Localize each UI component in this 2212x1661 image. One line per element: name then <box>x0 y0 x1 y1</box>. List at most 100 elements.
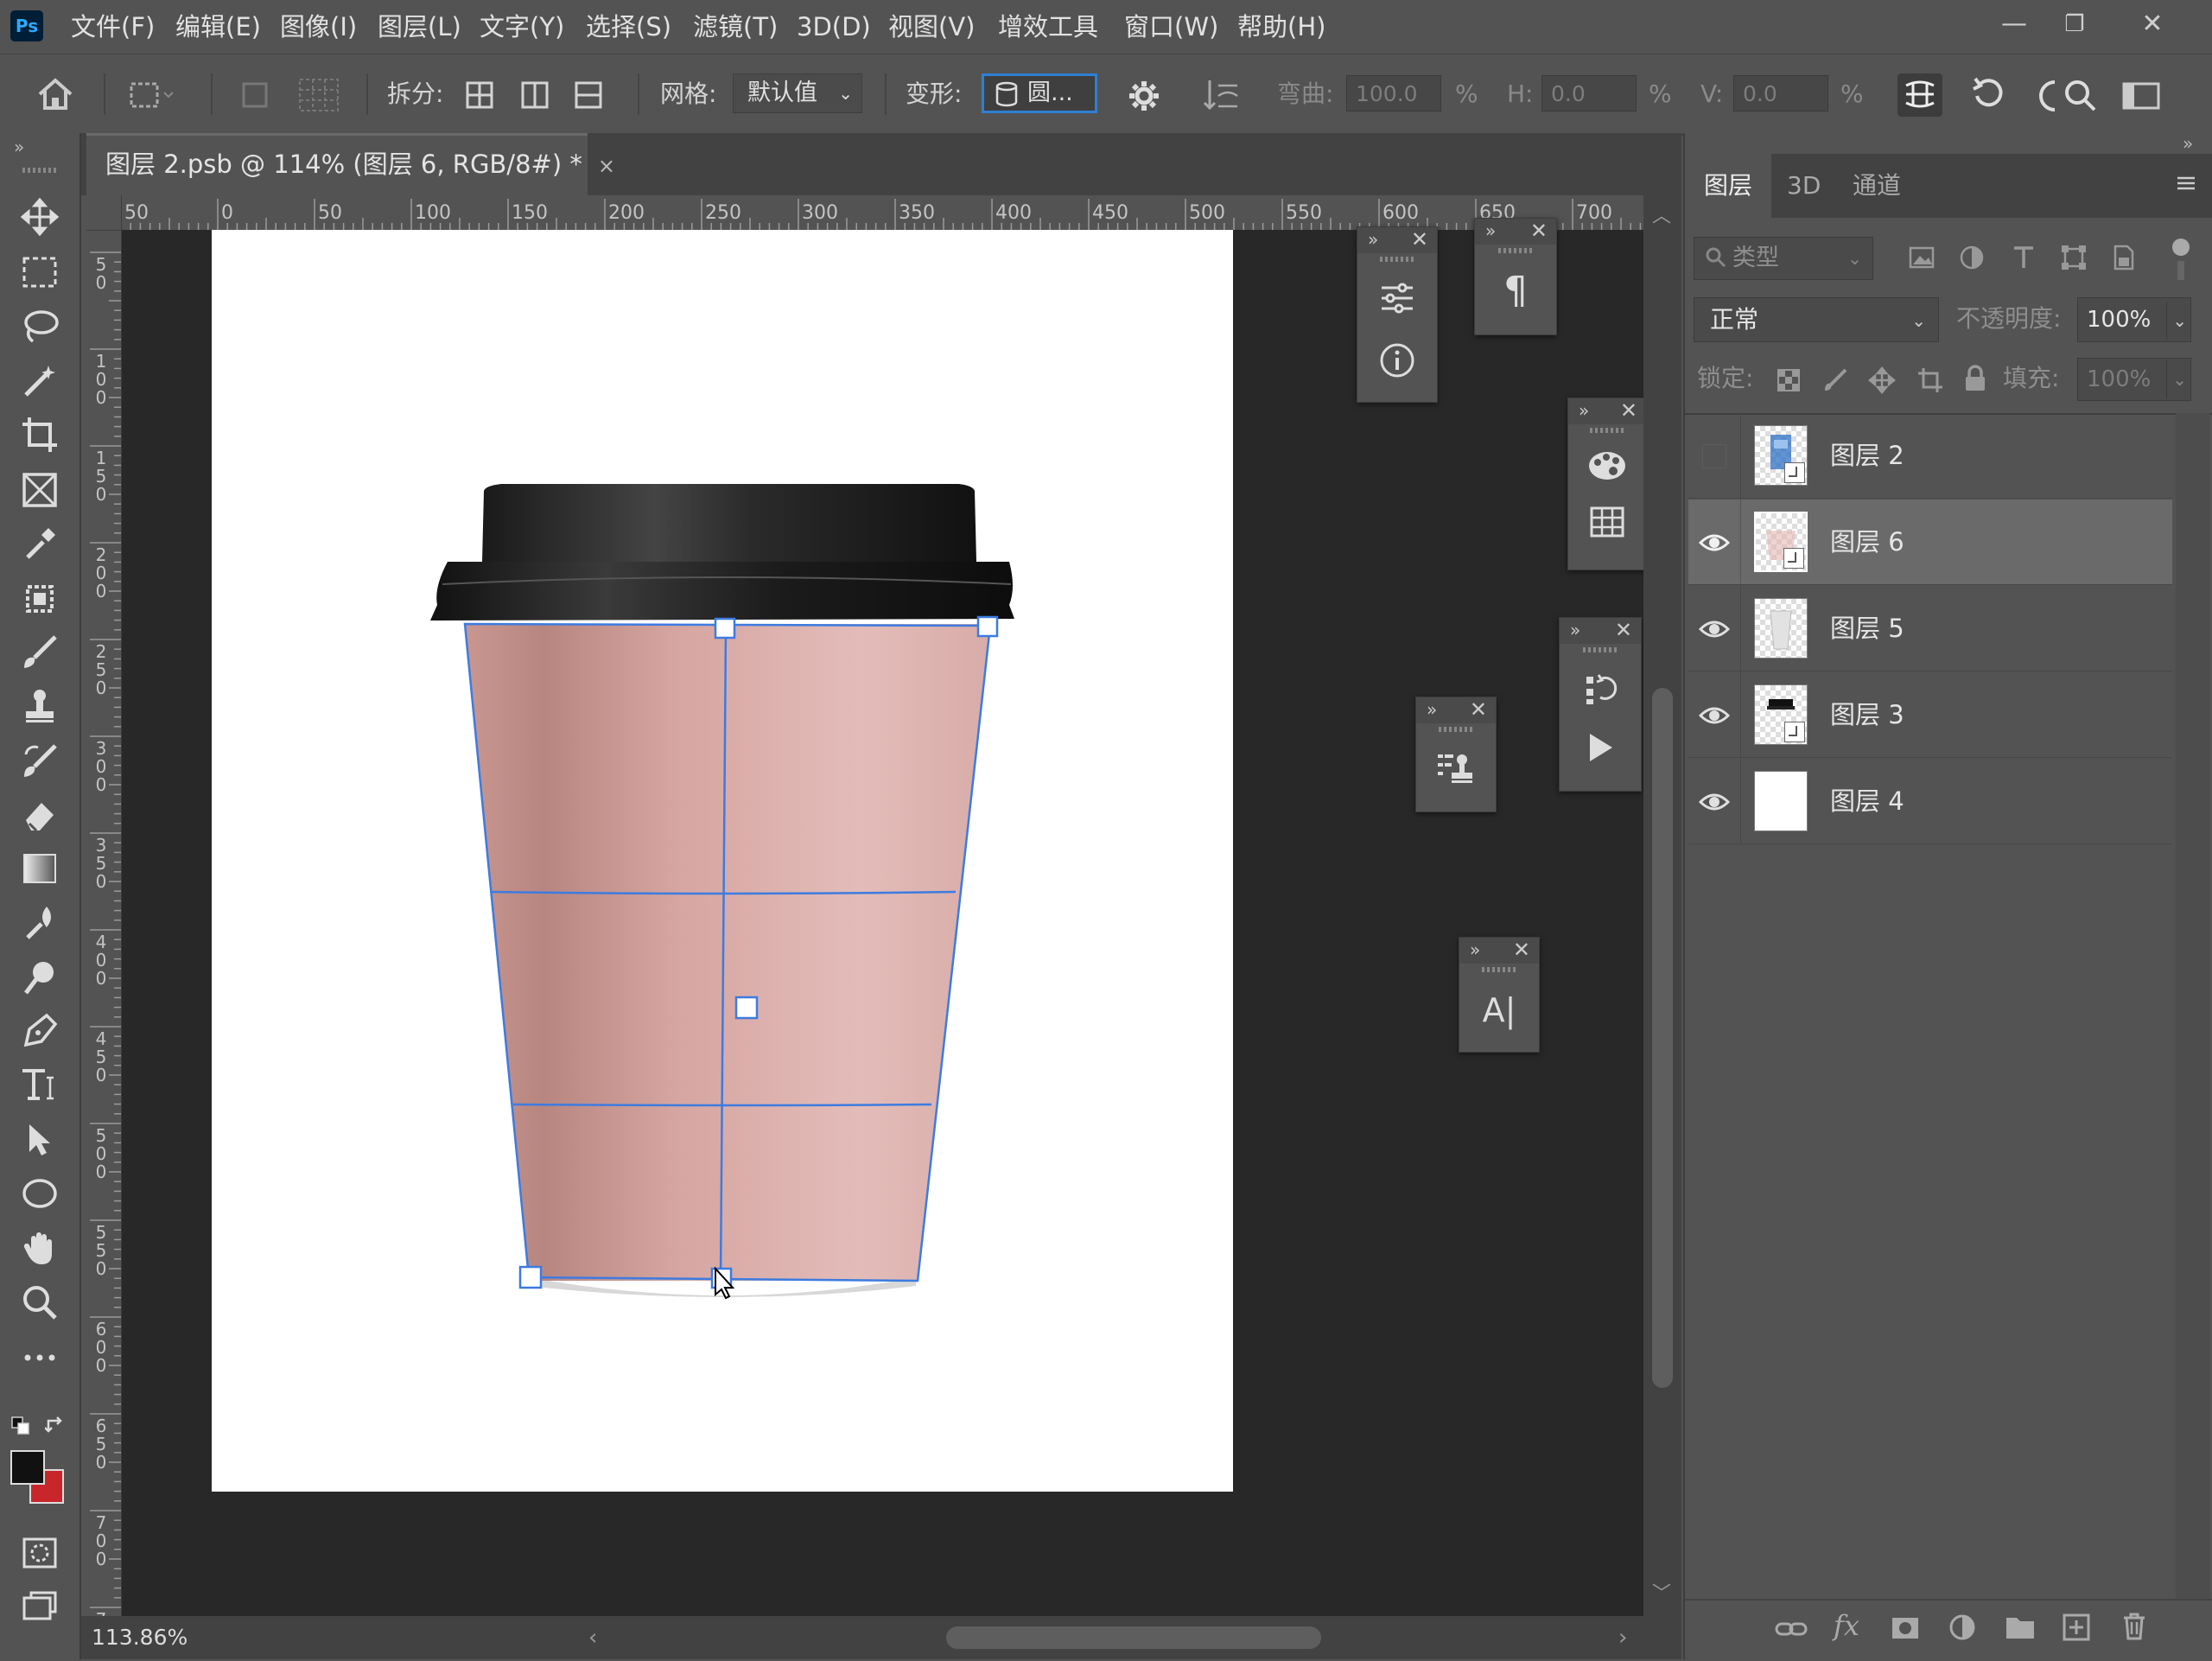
new-group-icon[interactable] <box>2005 1614 2036 1640</box>
toggle-warp-mode-icon[interactable] <box>1897 73 1942 117</box>
layer-name[interactable]: 图层 4 <box>1830 759 1904 843</box>
filter-type-icon[interactable] <box>2010 244 2037 271</box>
v-label: V: <box>1700 80 1724 108</box>
eye-icon[interactable] <box>1697 612 1732 646</box>
horizontal-scroll-thumb[interactable] <box>946 1626 1321 1649</box>
eye-icon[interactable] <box>1697 525 1732 560</box>
lock-transparent-icon[interactable] <box>1777 368 1801 392</box>
layer-row-3[interactable]: 图层 3 <box>1688 672 2172 758</box>
add-mask-icon[interactable] <box>1891 1614 1920 1642</box>
horizontal-scrollbar[interactable]: ‹ › <box>122 1616 1681 1659</box>
blend-mode-dropdown[interactable]: 正常 ⌄ <box>1694 297 1939 342</box>
cup-sleeve[interactable] <box>465 624 990 1281</box>
row-divider <box>1740 672 1741 757</box>
layer-thumbnail[interactable] <box>1754 684 1808 745</box>
layer-thumbnail[interactable] <box>1754 425 1808 486</box>
search-icon <box>1705 246 1727 269</box>
layer-row-4[interactable]: 图层 4 <box>1688 759 2172 844</box>
minimize-button[interactable]: — <box>1991 7 2037 41</box>
undo-icon[interactable] <box>1970 75 2008 113</box>
layers-scrollbar[interactable] <box>2176 413 2210 1599</box>
filter-toggle-icon[interactable] <box>2172 239 2190 256</box>
vertical-scrollbar[interactable]: ︿ ﹀ <box>1643 195 1681 1616</box>
visibility-toggle-off[interactable] <box>1702 444 1726 468</box>
layer-thumbnail[interactable] <box>1754 771 1808 831</box>
scroll-up-icon[interactable]: ︿ <box>1652 200 1671 228</box>
fill-input[interactable]: 100% ⌄ <box>2077 358 2191 401</box>
layer-style-fx-icon[interactable]: fx <box>1834 1609 1859 1642</box>
close-icon[interactable]: ✕ <box>1470 697 1487 722</box>
filter-shape-icon[interactable] <box>2060 244 2088 271</box>
layer-row-2[interactable]: 图层 2 <box>1688 413 2172 499</box>
sliders-icon[interactable] <box>1357 281 1437 315</box>
row-divider <box>1740 413 1741 498</box>
panel-grip[interactable] <box>1380 257 1414 262</box>
info-icon[interactable] <box>1357 341 1437 379</box>
eye-icon[interactable] <box>1697 698 1732 733</box>
layer-name[interactable]: 图层 5 <box>1830 586 1904 671</box>
scroll-down-icon[interactable]: ﹀ <box>1652 1578 1671 1606</box>
close-icon[interactable]: ✕ <box>1620 398 1637 423</box>
search-icon[interactable] <box>2062 77 2100 115</box>
layer-name[interactable]: 图层 3 <box>1830 672 1904 757</box>
vertical-scroll-thumb[interactable] <box>1652 688 1673 1388</box>
layer-thumbnail[interactable] <box>1754 512 1808 572</box>
character-icon[interactable]: A| <box>1459 991 1539 1029</box>
lock-pixels-icon[interactable] <box>1823 366 1849 392</box>
close-icon[interactable]: ✕ <box>1513 938 1530 962</box>
panel-grip[interactable] <box>1498 248 1533 253</box>
opacity-input[interactable]: 100% ⌄ <box>2077 297 2191 342</box>
close-icon[interactable]: ✕ <box>1615 618 1632 642</box>
panel-grip[interactable] <box>1439 727 1473 732</box>
history-icon[interactable] <box>1560 671 1641 708</box>
filter-pixel-icon[interactable] <box>1908 244 1936 271</box>
expand-arrow-icon[interactable]: » <box>1579 400 1589 421</box>
layer-row-6[interactable]: 图层 6 <box>1688 500 2172 585</box>
tab-layers[interactable]: 图层 <box>1704 154 1752 218</box>
zoom-level[interactable]: 113.86% <box>81 1616 190 1659</box>
panel-grip[interactable] <box>1583 647 1618 652</box>
new-adjustment-icon[interactable] <box>1948 1613 1977 1642</box>
clone-source-icon[interactable] <box>1416 751 1496 786</box>
panel-grip[interactable] <box>1482 967 1516 972</box>
tab-3d[interactable]: 3D <box>1787 154 1821 218</box>
expand-arrow-icon[interactable]: » <box>1485 220 1496 241</box>
scroll-left-icon[interactable]: ‹ <box>588 1625 597 1651</box>
adjustments-panel: » ✕ <box>1357 226 1438 403</box>
scroll-right-icon[interactable]: › <box>1618 1625 1627 1651</box>
swatches-grid-icon[interactable] <box>1568 506 1646 538</box>
play-action-icon[interactable] <box>1560 730 1641 765</box>
filter-adjustment-icon[interactable] <box>1958 244 1986 271</box>
maximize-button[interactable]: ❐ <box>2051 7 2098 41</box>
close-icon[interactable]: ✕ <box>1411 227 1428 251</box>
eye-icon[interactable] <box>1697 785 1732 819</box>
cup-lid-rim <box>430 562 1014 620</box>
layer-name[interactable]: 图层 6 <box>1830 500 1904 584</box>
panel-grip[interactable] <box>1590 428 1624 433</box>
lock-position-icon[interactable] <box>1868 366 1896 394</box>
collapse-arrow-icon[interactable]: » <box>2183 133 2193 154</box>
layer-thumbnail[interactable] <box>1754 598 1808 659</box>
color-palette-icon[interactable] <box>1568 449 1646 483</box>
layer-row-5[interactable]: 图层 5 <box>1688 586 2172 671</box>
layer-filter-dropdown[interactable]: 类型 ⌄ <box>1694 237 1873 280</box>
lock-artboard-icon[interactable] <box>1916 366 1944 394</box>
link-layers-icon[interactable] <box>1775 1614 1808 1644</box>
expand-arrow-icon[interactable]: » <box>1570 620 1580 640</box>
layer-name[interactable]: 图层 2 <box>1830 413 1904 498</box>
workspace-icon[interactable] <box>2120 79 2162 113</box>
close-window-button[interactable]: ✕ <box>2129 7 2176 41</box>
row-divider <box>1740 500 1741 584</box>
expand-arrow-icon[interactable]: » <box>1368 229 1378 250</box>
v-distortion-input[interactable]: 0.0 <box>1733 75 1828 111</box>
panel-menu-icon[interactable] <box>2176 173 2196 194</box>
lock-all-icon[interactable] <box>1963 365 1987 392</box>
delete-layer-icon[interactable] <box>2120 1611 2148 1642</box>
filter-smart-object-icon[interactable] <box>2110 244 2138 271</box>
paragraph-icon[interactable]: ¶ <box>1475 269 1556 313</box>
expand-arrow-icon[interactable]: » <box>1427 699 1437 720</box>
expand-arrow-icon[interactable]: » <box>1470 939 1480 960</box>
close-icon[interactable]: ✕ <box>1530 219 1548 243</box>
new-layer-icon[interactable] <box>2062 1613 2091 1642</box>
tab-channels[interactable]: 通道 <box>1853 154 1901 218</box>
